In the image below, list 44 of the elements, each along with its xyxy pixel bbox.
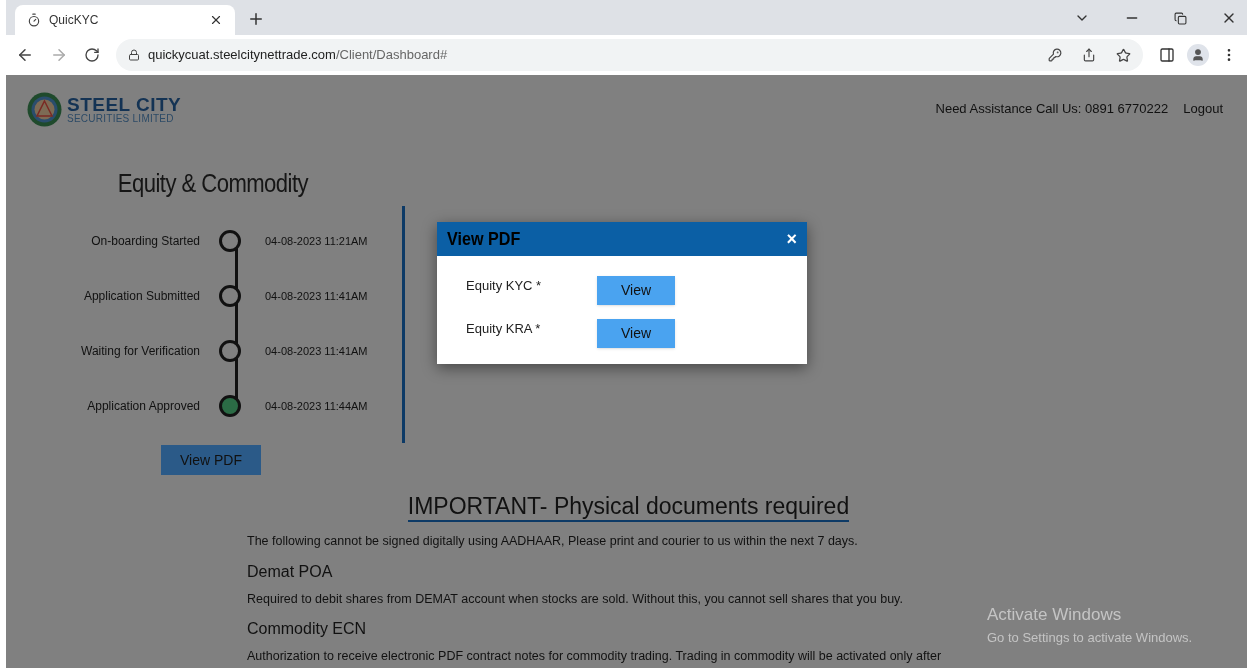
modal-title: View PDF <box>447 226 522 251</box>
logo-name: STEEL CITY <box>67 94 182 114</box>
important-heading: IMPORTANT- Physical documents required <box>407 492 850 522</box>
back-icon[interactable] <box>16 46 34 64</box>
step-label: Waiting for Verification <box>80 343 200 360</box>
activation-title: Activate Windows <box>987 604 1123 626</box>
section-text: Required to debit shares from DEMAT account when stocks are sold. Without this, you cannot sell shares that you buy. <box>247 590 904 608</box>
browser-tab[interactable]: QuicKYC <box>15 5 235 35</box>
address-bar[interactable]: quickycuat.steelcitynettrade.com/Client/Dashboard# <box>116 39 1144 71</box>
logout-link[interactable]: Logout <box>1183 99 1223 119</box>
logo-emblem-icon <box>26 90 63 128</box>
assistance-text: Need Assistance Call Us: 0891 6770222 <box>935 100 1169 119</box>
timer-icon <box>27 13 41 27</box>
section-title: Equity & Commodity <box>117 166 309 200</box>
view-button[interactable]: View <box>597 276 675 305</box>
view-button[interactable]: View <box>597 319 675 348</box>
activation-subtitle: Go to Settings to activate Windows. <box>987 628 1193 647</box>
lock-icon <box>128 49 140 61</box>
close-icon[interactable] <box>209 13 223 27</box>
section-heading: Demat POA <box>247 561 333 582</box>
share-icon[interactable] <box>1082 48 1097 62</box>
tab-title: QuicKYC <box>49 12 100 29</box>
section-heading: Commodity ECN <box>247 618 367 639</box>
logo-subtitle: SECURITIES LIMITED <box>67 113 175 124</box>
url-text: quickycuat.steelcitynettrade.com/Client/Dashboard# <box>148 46 449 65</box>
section-text: Authorization to receive electronic PDF contract notes for commodity trading. Trading in commodity will be activated only after <box>247 647 943 665</box>
step-label: Application Submitted <box>82 288 200 305</box>
step-label: Application Approved <box>86 398 200 415</box>
reload-icon[interactable] <box>84 47 100 63</box>
key-icon[interactable] <box>1048 48 1063 62</box>
new-tab-icon[interactable] <box>247 10 265 28</box>
step-time: 04-08-2023 11:44AM <box>265 398 368 414</box>
profile-icon[interactable] <box>1187 44 1209 66</box>
side-panel-icon[interactable] <box>1159 47 1176 63</box>
step-time: 04-08-2023 11:21AM <box>265 233 368 249</box>
step-time: 04-08-2023 11:41AM <box>265 288 368 304</box>
star-icon[interactable] <box>1116 47 1132 63</box>
document-label: Equity KRA * <box>466 320 542 338</box>
close-button[interactable]: × <box>786 230 797 248</box>
step-time: 04-08-2023 11:41AM <box>265 343 368 359</box>
restore-icon[interactable] <box>1174 11 1187 25</box>
document-label: Equity KYC * <box>466 277 543 295</box>
intro-text: The following cannot be signed digitally using AADHAAR, Please print and courier to us within the next 7 days. <box>247 533 859 550</box>
step-label: On-boarding Started <box>90 233 200 250</box>
